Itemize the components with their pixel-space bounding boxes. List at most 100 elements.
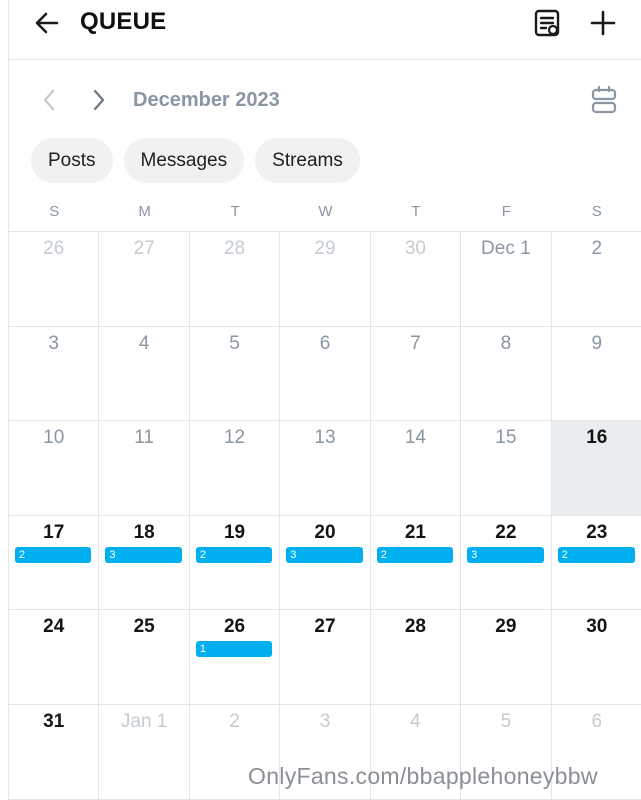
- calendar-day-cell[interactable]: 31: [9, 704, 100, 800]
- day-number: 6: [319, 332, 331, 354]
- day-number: 29: [495, 616, 517, 638]
- calendar-day-cell[interactable]: 27: [99, 232, 190, 327]
- day-number: 3: [48, 332, 59, 354]
- day-number: 20: [314, 521, 336, 543]
- day-number: 21: [404, 521, 426, 543]
- prev-month-button[interactable]: [35, 84, 63, 116]
- calendar-day-cell[interactable]: 14: [370, 421, 462, 516]
- calendar-day-cell[interactable]: 8: [461, 326, 552, 422]
- calendar-day-cell[interactable]: 11: [99, 421, 190, 516]
- day-number: 19: [223, 521, 246, 543]
- calendar-day-cell[interactable]: 29: [461, 610, 552, 705]
- day-number: Jan 1: [120, 710, 168, 732]
- calendar-day-cell[interactable]: 23 2: [551, 516, 641, 611]
- calendar-day-cell[interactable]: 17 2: [9, 515, 100, 611]
- day-number: 30: [404, 238, 426, 259]
- calendar-day-cell[interactable]: 12: [189, 421, 281, 516]
- calendar-day-cell[interactable]: 18 3: [99, 515, 190, 611]
- scheduled-count-badge[interactable]: 3: [105, 546, 182, 563]
- day-number: 22: [495, 521, 517, 543]
- day-number: 27: [133, 238, 155, 259]
- calendar-day-cell[interactable]: 26 1: [189, 610, 281, 705]
- add-button[interactable]: [586, 6, 620, 40]
- weekday-label: S: [591, 203, 602, 220]
- day-number: 7: [410, 332, 421, 354]
- calendar-day-cell[interactable]: 26: [9, 232, 100, 327]
- calendar-day-cell[interactable]: 22 3: [461, 515, 552, 611]
- day-number: 16: [586, 427, 608, 449]
- calendar-day-cell[interactable]: 25: [99, 610, 190, 705]
- calendar-grid: 26 27 28 29 30 Dec 1 2 3 4 5 6 7 8 9 10 11 12 13 14 15 16 17 2…: [9, 232, 641, 800]
- day-number: 14: [404, 427, 426, 449]
- calendar-day-cell[interactable]: 3: [9, 326, 100, 422]
- day-number: 27: [314, 616, 336, 638]
- queue-screen: QUEUE December 2023 Posts Messages Strea…: [8, 0, 641, 800]
- watermark: OnlyFans.com/bbapplehoneybbw: [248, 763, 598, 789]
- weekday-label: S: [49, 203, 60, 220]
- scheduled-count-badge[interactable]: 2: [557, 546, 635, 563]
- calendar-day-cell[interactable]: 30: [551, 610, 641, 705]
- day-number: 17: [43, 521, 65, 543]
- calendar-day-cell[interactable]: 6: [280, 326, 371, 422]
- day-number: 2: [229, 710, 240, 732]
- calendar-day-cell[interactable]: Jan 1: [99, 704, 190, 800]
- queue-list-button[interactable]: [530, 6, 564, 40]
- calendar-day-cell[interactable]: 20 3: [280, 515, 371, 611]
- scheduled-count-badge[interactable]: 1: [195, 641, 273, 658]
- scheduled-count-badge[interactable]: 2: [15, 546, 92, 563]
- calendar-day-cell[interactable]: 28: [189, 232, 281, 327]
- day-number: Dec 1: [481, 238, 531, 259]
- day-number: 31: [43, 710, 65, 732]
- chevron-left-icon: [43, 89, 55, 111]
- calendar-day-cell[interactable]: 29: [280, 232, 371, 327]
- page-title: QUEUE: [80, 8, 167, 35]
- calendar-day-cell[interactable]: 16: [551, 421, 641, 516]
- calendar-day-cell[interactable]: 9: [551, 327, 641, 422]
- calendar-day-cell[interactable]: 28: [370, 610, 462, 705]
- calendar-day-cell[interactable]: 7: [370, 326, 462, 422]
- day-number: 12: [223, 427, 246, 449]
- calendar-day-cell[interactable]: 21 2: [370, 515, 462, 611]
- weekday-label: T: [411, 203, 421, 220]
- calendar-day-cell[interactable]: 30: [370, 232, 462, 327]
- calendar-day-cell[interactable]: 13: [280, 421, 371, 516]
- scheduled-count-badge[interactable]: 3: [467, 546, 544, 563]
- calendar-day-cell[interactable]: 10: [9, 421, 100, 516]
- day-number: 5: [500, 710, 512, 732]
- back-button[interactable]: [31, 8, 63, 38]
- filter-messages[interactable]: Messages: [123, 138, 245, 183]
- calendar-view-icon: [591, 85, 617, 114]
- calendar-view-button[interactable]: [586, 82, 622, 118]
- day-number: 18: [133, 521, 155, 543]
- month-label[interactable]: December 2023: [133, 88, 280, 112]
- calendar-day-cell[interactable]: Dec 1: [461, 232, 552, 327]
- day-number: 23: [586, 521, 608, 543]
- filter-posts[interactable]: Posts: [31, 138, 113, 183]
- calendar-day-cell[interactable]: 27: [280, 610, 371, 705]
- month-navigation: December 2023: [9, 78, 641, 122]
- calendar-day-cell[interactable]: 19 2: [189, 515, 281, 611]
- day-number: 26: [223, 616, 246, 638]
- calendar-day-cell[interactable]: 15: [461, 421, 552, 516]
- next-month-button[interactable]: [85, 84, 113, 116]
- queue-list-icon: [534, 9, 560, 37]
- arrow-left-icon: [35, 12, 59, 34]
- weekday-label: T: [230, 203, 240, 220]
- day-number: 9: [591, 332, 603, 354]
- calendar-day-cell[interactable]: 2: [551, 232, 641, 327]
- day-number: 5: [229, 332, 240, 354]
- filter-streams[interactable]: Streams: [255, 138, 360, 183]
- day-number: 26: [43, 238, 65, 259]
- day-number: 29: [314, 238, 336, 259]
- calendar-day-cell[interactable]: 24: [9, 610, 100, 705]
- scheduled-count-badge[interactable]: 2: [195, 546, 273, 563]
- day-number: 28: [404, 616, 426, 638]
- weekday-label: F: [501, 203, 511, 220]
- scheduled-count-badge[interactable]: 2: [376, 546, 454, 563]
- calendar-day-cell[interactable]: 4: [99, 326, 190, 422]
- calendar-day-cell[interactable]: 5: [189, 326, 281, 422]
- scheduled-count-badge[interactable]: 3: [286, 546, 363, 563]
- day-number: 4: [410, 710, 421, 732]
- day-number: 6: [591, 710, 603, 732]
- day-number: 10: [43, 427, 65, 449]
